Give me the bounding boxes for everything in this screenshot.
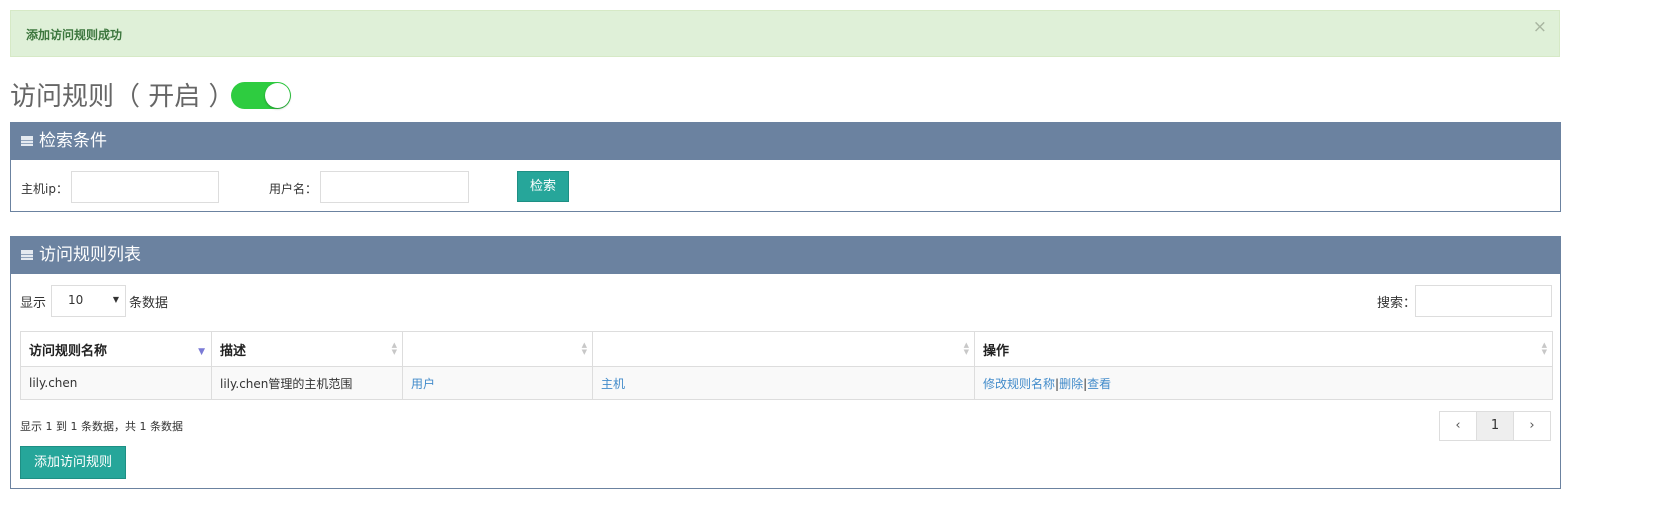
- table-filter-input[interactable]: [1415, 285, 1552, 317]
- close-icon[interactable]: ×: [1533, 19, 1547, 36]
- page-size-select[interactable]: 10 ▼: [51, 285, 126, 317]
- rules-list-panel: 访问规则列表 显示 10 ▼ 条数据 搜索： 访问规则名称 ▼ 描述 ▲ ▼ ▲ ▼ ▲…: [10, 236, 1561, 489]
- page-size-value: 10: [68, 293, 84, 307]
- sort-icon: ▲ ▼: [581, 341, 587, 356]
- username-label: 用户名：: [269, 182, 318, 196]
- users-link[interactable]: 用户: [402, 366, 593, 400]
- sort-icon: ▲ ▼: [1541, 341, 1547, 356]
- page-1-button[interactable]: 1: [1476, 411, 1514, 441]
- show-label: 显示: [20, 296, 47, 311]
- host-ip-label: 主机ip：: [21, 182, 68, 196]
- info-to: 到: [56, 420, 67, 433]
- sort-icon: ▲ ▼: [391, 341, 397, 356]
- info-prefix: 显示: [20, 420, 42, 433]
- info-mid: 条数据，共: [81, 420, 136, 433]
- column-header-hosts[interactable]: ▲ ▼: [592, 331, 975, 367]
- column-header-actions[interactable]: 操作 ▲ ▼: [974, 331, 1553, 367]
- rule-description-cell: lily.chen管理的主机范围: [211, 366, 403, 400]
- info-suffix: 条数据: [150, 420, 183, 433]
- search-button[interactable]: 检索: [517, 171, 569, 202]
- rename-rule-link[interactable]: 修改规则名称: [983, 377, 1055, 391]
- page-title: 访问规则（ 开启 ）: [10, 82, 235, 112]
- sort-desc-icon: ▼: [198, 347, 205, 357]
- rules-table: 访问规则名称 ▼ 描述 ▲ ▼ ▲ ▼ ▲ ▼ 操作 ▲ ▼ lily.chen lily.c…: [20, 331, 1553, 400]
- sort-icon: ▲ ▼: [963, 341, 969, 356]
- info-end: 1: [70, 420, 78, 433]
- rule-enable-toggle[interactable]: [231, 82, 291, 109]
- pagination: ‹ 1 ›: [1439, 411, 1551, 441]
- column-header-description[interactable]: 描述 ▲ ▼: [211, 331, 403, 367]
- filter-label: 搜索：: [1377, 296, 1417, 311]
- search-panel-title: 检索条件: [39, 131, 107, 151]
- prev-page-button[interactable]: ‹: [1439, 411, 1477, 441]
- column-label: 访问规则名称: [29, 343, 108, 359]
- add-rule-button[interactable]: 添加访问规则: [20, 446, 126, 479]
- rule-name-cell: lily.chen: [20, 366, 212, 400]
- delete-link[interactable]: 删除: [1059, 377, 1083, 391]
- list-panel-header: 访问规则列表: [11, 237, 1560, 274]
- username-input[interactable]: [320, 171, 469, 203]
- alert-message: 添加访问规则成功: [26, 28, 123, 42]
- info-start: 1: [45, 420, 53, 433]
- actions-cell: 修改规则名称|删除|查看: [974, 366, 1553, 400]
- view-link[interactable]: 查看: [1087, 377, 1111, 391]
- list-icon: [21, 250, 33, 260]
- table-header-row: 访问规则名称 ▼ 描述 ▲ ▼ ▲ ▼ ▲ ▼ 操作 ▲ ▼: [20, 331, 1553, 367]
- column-label: 描述: [220, 343, 247, 359]
- list-icon: [21, 136, 33, 146]
- entries-label: 条数据: [129, 296, 169, 311]
- caret-down-icon: ▼: [112, 295, 119, 304]
- search-panel-header: 检索条件: [11, 123, 1560, 160]
- next-page-button[interactable]: ›: [1513, 411, 1551, 441]
- column-header-users[interactable]: ▲ ▼: [402, 331, 593, 367]
- host-ip-input[interactable]: [71, 171, 219, 203]
- success-alert: 添加访问规则成功 ×: [10, 10, 1560, 57]
- list-panel-title: 访问规则列表: [39, 245, 141, 265]
- table-row: lily.chen lily.chen管理的主机范围 用户 主机 修改规则名称|…: [20, 366, 1553, 400]
- search-panel: 检索条件 主机ip： 用户名： 检索: [10, 122, 1561, 212]
- table-info: 显示 1 到 1 条数据，共 1 条数据: [20, 418, 183, 434]
- column-header-name[interactable]: 访问规则名称 ▼: [20, 331, 212, 367]
- toggle-knob: [265, 83, 290, 108]
- hosts-link[interactable]: 主机: [592, 366, 975, 400]
- column-label: 操作: [983, 343, 1010, 359]
- info-total: 1: [139, 420, 147, 433]
